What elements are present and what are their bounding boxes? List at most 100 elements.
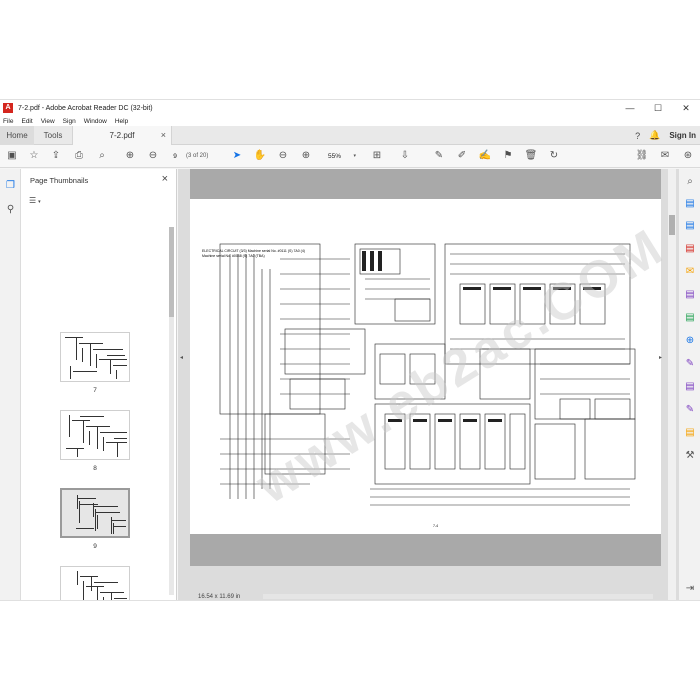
document-scrollbar[interactable] <box>668 169 676 600</box>
close-window-button[interactable]: ✕ <box>672 100 700 116</box>
tab-document[interactable]: 7-2.pdf × <box>72 126 172 146</box>
organize-pages-icon[interactable]: ▤ <box>683 311 697 325</box>
window-title: 7-2.pdf - Adobe Acrobat Reader DC (32-bi… <box>18 104 153 112</box>
thumbnail-detail <box>113 523 114 534</box>
menu-edit[interactable]: Edit <box>21 118 32 125</box>
help-icon[interactable]: ? <box>635 131 640 141</box>
pdf-page: ELECTRICAL CIRCUIT (3/3) Machine serial … <box>190 169 675 566</box>
send-signature-icon[interactable]: ✎ <box>683 403 697 417</box>
page-thumbnails-panel: Page Thumbnails × ☰▾ 7 8 9 10 <box>21 169 177 600</box>
thumbnail-detail <box>97 427 98 449</box>
page-thumbnails-icon[interactable]: ❐ <box>4 179 17 192</box>
thumbnail-detail <box>65 337 83 338</box>
notification-bell-icon[interactable]: 🔔 <box>649 130 660 141</box>
thumbnail-detail <box>79 501 80 523</box>
prepare-form-icon[interactable]: ▤ <box>683 426 697 440</box>
attachment-icon[interactable]: ⚲ <box>4 203 17 216</box>
chevron-down-icon: ▾ <box>353 153 356 159</box>
scrollbar-thumb[interactable] <box>669 215 675 235</box>
create-pdf-icon[interactable]: ▤ <box>683 219 697 233</box>
export-pdf-icon[interactable]: ▤ <box>683 197 697 211</box>
thumbnail-page-7[interactable] <box>60 332 130 382</box>
sign-icon[interactable]: ✍ <box>478 149 492 163</box>
thumbnail-detail <box>114 438 127 439</box>
thumbnail-page-10[interactable] <box>60 566 130 600</box>
horizontal-scrollbar[interactable] <box>263 594 653 599</box>
thumbnail-detail <box>69 415 70 437</box>
thumbnail-options-button[interactable]: ☰ ▾ <box>29 196 41 205</box>
collapse-left-icon[interactable]: ◂ <box>180 354 183 361</box>
zoom-in-icon[interactable]: ⊕ <box>299 149 313 163</box>
minimize-button[interactable]: — <box>616 100 644 116</box>
fit-page-icon[interactable]: ⊞ <box>370 149 384 163</box>
search-icon[interactable]: ⌕ <box>683 175 697 189</box>
maximize-button[interactable]: ☐ <box>644 100 672 116</box>
thumbnail-page-8[interactable] <box>60 410 130 460</box>
hand-icon[interactable]: ✋ <box>253 149 267 163</box>
panel-title: Page Thumbnails <box>30 176 89 185</box>
scroll-mode-icon[interactable]: ⇩ <box>398 149 412 163</box>
menu-window[interactable]: Window <box>84 118 107 125</box>
menu-help[interactable]: Help <box>115 118 128 125</box>
thumbnail-detail <box>80 576 98 577</box>
thumbnail-detail <box>114 526 126 527</box>
print-icon[interactable]: ⎙ <box>72 149 86 163</box>
menu-view[interactable]: View <box>41 118 55 125</box>
thumbnail-label: 9 <box>93 543 97 550</box>
thumbnail-detail <box>66 448 84 449</box>
search-icon[interactable]: ⌕ <box>95 149 109 163</box>
thumbnail-detail <box>83 581 84 600</box>
protect-icon[interactable]: ▤ <box>683 380 697 394</box>
zoom-level-dropdown[interactable]: 55% ▾ <box>320 150 358 163</box>
thumbnail-detail <box>103 437 104 451</box>
thumbnail-detail <box>100 592 124 593</box>
scan-ocr-icon[interactable]: ⊕ <box>683 334 697 348</box>
menu-sign[interactable]: Sign <box>63 118 76 125</box>
highlight-icon[interactable]: ✐ <box>455 149 469 163</box>
select-arrow-icon[interactable]: ➤ <box>230 149 244 163</box>
redo-icon[interactable]: ↻ <box>547 149 561 163</box>
page-size-label: 16.54 x 11.69 in <box>198 594 241 600</box>
main-toolbar: ▣ ☆ ⇪ ⎙ ⌕ ⊕ ⊖ 9 (3 of 20) ➤ ✋ ⊖ ⊕ 55% ▾ … <box>0 145 700 168</box>
combine-files-icon[interactable]: ▤ <box>683 288 697 302</box>
fill-sign-icon[interactable]: ✎ <box>683 357 697 371</box>
thumbnail-detail <box>91 577 92 591</box>
bookmark-star-icon[interactable]: ☆ <box>27 149 41 163</box>
thumbnail-detail <box>78 498 96 499</box>
sign-in-button[interactable]: Sign In <box>669 131 696 140</box>
collapse-pane-icon[interactable]: ⇥ <box>683 582 697 596</box>
tab-close-icon[interactable]: × <box>161 126 166 145</box>
thumbnail-scrollbar[interactable] <box>169 227 174 595</box>
thumbnail-detail <box>111 593 112 600</box>
more-tools-icon[interactable]: ⚒ <box>683 449 697 463</box>
save-icon[interactable]: ▣ <box>5 149 19 163</box>
zoom-out-icon[interactable]: ⊖ <box>276 149 290 163</box>
schematic-title: ELECTRICAL CIRCUIT (3/3) Machine serial … <box>202 249 305 259</box>
page-down-icon[interactable]: ⊖ <box>146 149 160 163</box>
share-link-icon[interactable]: ⛓ <box>635 149 649 163</box>
upload-icon[interactable]: ⇪ <box>49 149 63 163</box>
collapse-right-icon[interactable]: ▸ <box>659 354 662 361</box>
page-up-icon[interactable]: ⊕ <box>123 149 137 163</box>
tab-tools[interactable]: Tools <box>36 126 70 145</box>
thumbnail-detail <box>79 343 103 344</box>
comment-tool-icon[interactable]: ✉ <box>683 265 697 279</box>
edit-pdf-icon[interactable]: ▤ <box>683 242 697 256</box>
menu-file[interactable]: File <box>3 118 13 125</box>
close-icon[interactable]: × <box>162 173 168 185</box>
comment-icon[interactable]: ✎ <box>432 149 446 163</box>
thumbnail-detail <box>80 504 98 505</box>
delete-icon[interactable]: 🗑 <box>524 149 538 163</box>
thumbnail-detail <box>77 571 78 585</box>
account-icon[interactable]: ⊛ <box>681 149 695 163</box>
stamp-icon[interactable]: ⚑ <box>501 149 515 163</box>
thumbnail-detail <box>97 515 98 529</box>
scrollbar-thumb[interactable] <box>169 227 174 317</box>
tab-home[interactable]: Home <box>0 126 34 145</box>
thumbnail-page-9[interactable] <box>60 488 130 538</box>
thumbnail-detail <box>76 338 77 360</box>
email-icon[interactable]: ✉ <box>658 149 672 163</box>
document-view[interactable]: ◂ ELECTRICAL CIRCUIT (3/3) Machine seria… <box>178 169 678 600</box>
thumbnail-detail <box>89 431 90 445</box>
page-number-input[interactable]: 9 <box>170 151 180 162</box>
